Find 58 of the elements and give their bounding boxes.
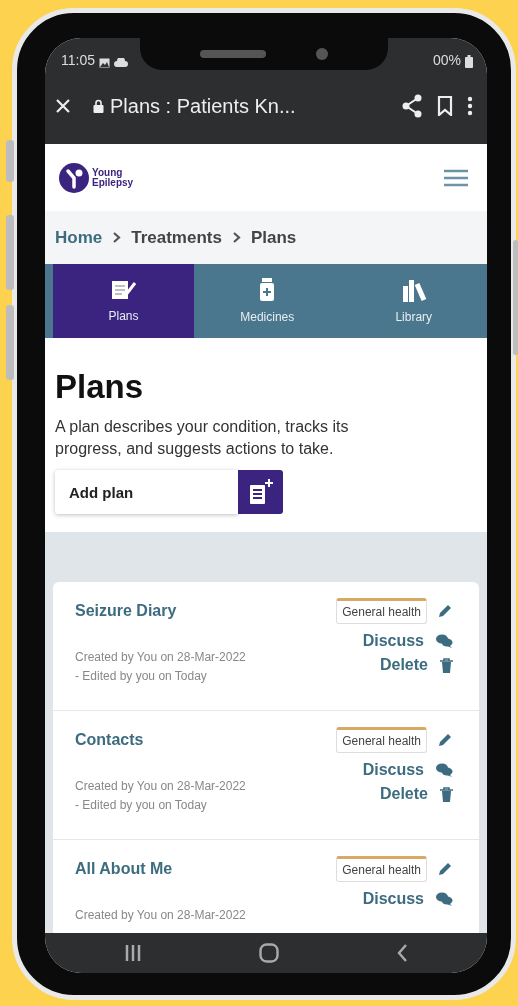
recent-apps-icon[interactable] <box>123 944 142 962</box>
image-icon <box>99 58 110 68</box>
cloud-icon <box>114 58 128 68</box>
bookmark-icon[interactable] <box>437 96 453 116</box>
tab[interactable]: Plans <box>53 264 194 338</box>
back-icon[interactable] <box>396 943 409 963</box>
logo-icon[interactable] <box>59 162 89 193</box>
trash-icon <box>440 786 453 802</box>
share-icon[interactable] <box>401 94 423 118</box>
plan-title[interactable]: All About Me <box>75 860 337 878</box>
edited-text: - Edited by you on Today <box>75 668 208 685</box>
books-icon <box>400 278 427 302</box>
plan-title[interactable]: Contacts <box>75 731 337 749</box>
pencil-icon[interactable] <box>437 732 453 748</box>
battery-level: 00% <box>432 52 461 68</box>
add-document-button[interactable] <box>238 470 283 514</box>
category-tag: General health <box>336 727 427 753</box>
discuss-link[interactable]: Discuss <box>362 890 424 908</box>
pencil-icon[interactable] <box>437 603 453 619</box>
menu-icon[interactable] <box>443 168 469 187</box>
page-description: A plan describes your condition, tracks its progress, and suggests actions to take. <box>55 417 350 459</box>
plan-title[interactable]: Seizure Diary <box>75 602 337 620</box>
breadcrumb-link[interactable]: Plans <box>250 227 297 248</box>
tab[interactable]: Library <box>340 264 487 338</box>
add-document-icon <box>247 478 274 506</box>
page-title: Plans : Patients Kn... <box>110 94 297 118</box>
discuss-link[interactable]: Discuss <box>362 761 424 779</box>
notepad-pencil-icon <box>110 279 137 301</box>
delete-link[interactable]: Delete <box>379 656 428 674</box>
close-icon[interactable] <box>55 98 71 114</box>
medicine-bottle-icon <box>259 278 276 302</box>
trash-icon <box>440 657 453 673</box>
category-tag: General health <box>336 598 427 624</box>
chat-icon <box>436 892 453 906</box>
more-icon[interactable] <box>467 96 473 116</box>
chevron-icon <box>112 231 122 244</box>
category-tag: General health <box>336 856 427 882</box>
battery-icon <box>465 55 473 68</box>
home-icon[interactable] <box>259 943 279 963</box>
discuss-link[interactable]: Discuss <box>362 632 424 650</box>
status-time: 11:05 <box>61 52 95 68</box>
breadcrumb-link[interactable]: Home <box>55 227 103 248</box>
breadcrumb-link[interactable]: Treatments <box>131 227 222 248</box>
logo-text: Epilepsy <box>92 177 134 188</box>
lock-icon <box>93 99 104 113</box>
pencil-icon[interactable] <box>437 861 453 877</box>
chevron-icon <box>231 231 241 244</box>
created-text: Created by You on 28-Mar-2022 <box>75 907 247 924</box>
logo-text: Young <box>92 167 123 178</box>
created-text: Created by You on 28-Mar-2022 <box>75 649 247 666</box>
chat-icon <box>436 634 453 648</box>
tab[interactable]: Medicines <box>194 264 341 338</box>
created-text: Created by You on 28-Mar-2022 <box>75 778 247 795</box>
edited-text: - Edited by you on Today <box>75 797 208 814</box>
delete-link[interactable]: Delete <box>379 785 428 803</box>
page-heading: Plans <box>55 368 145 406</box>
chat-icon <box>436 763 453 777</box>
add-plan-button[interactable]: Add plan <box>55 470 238 514</box>
